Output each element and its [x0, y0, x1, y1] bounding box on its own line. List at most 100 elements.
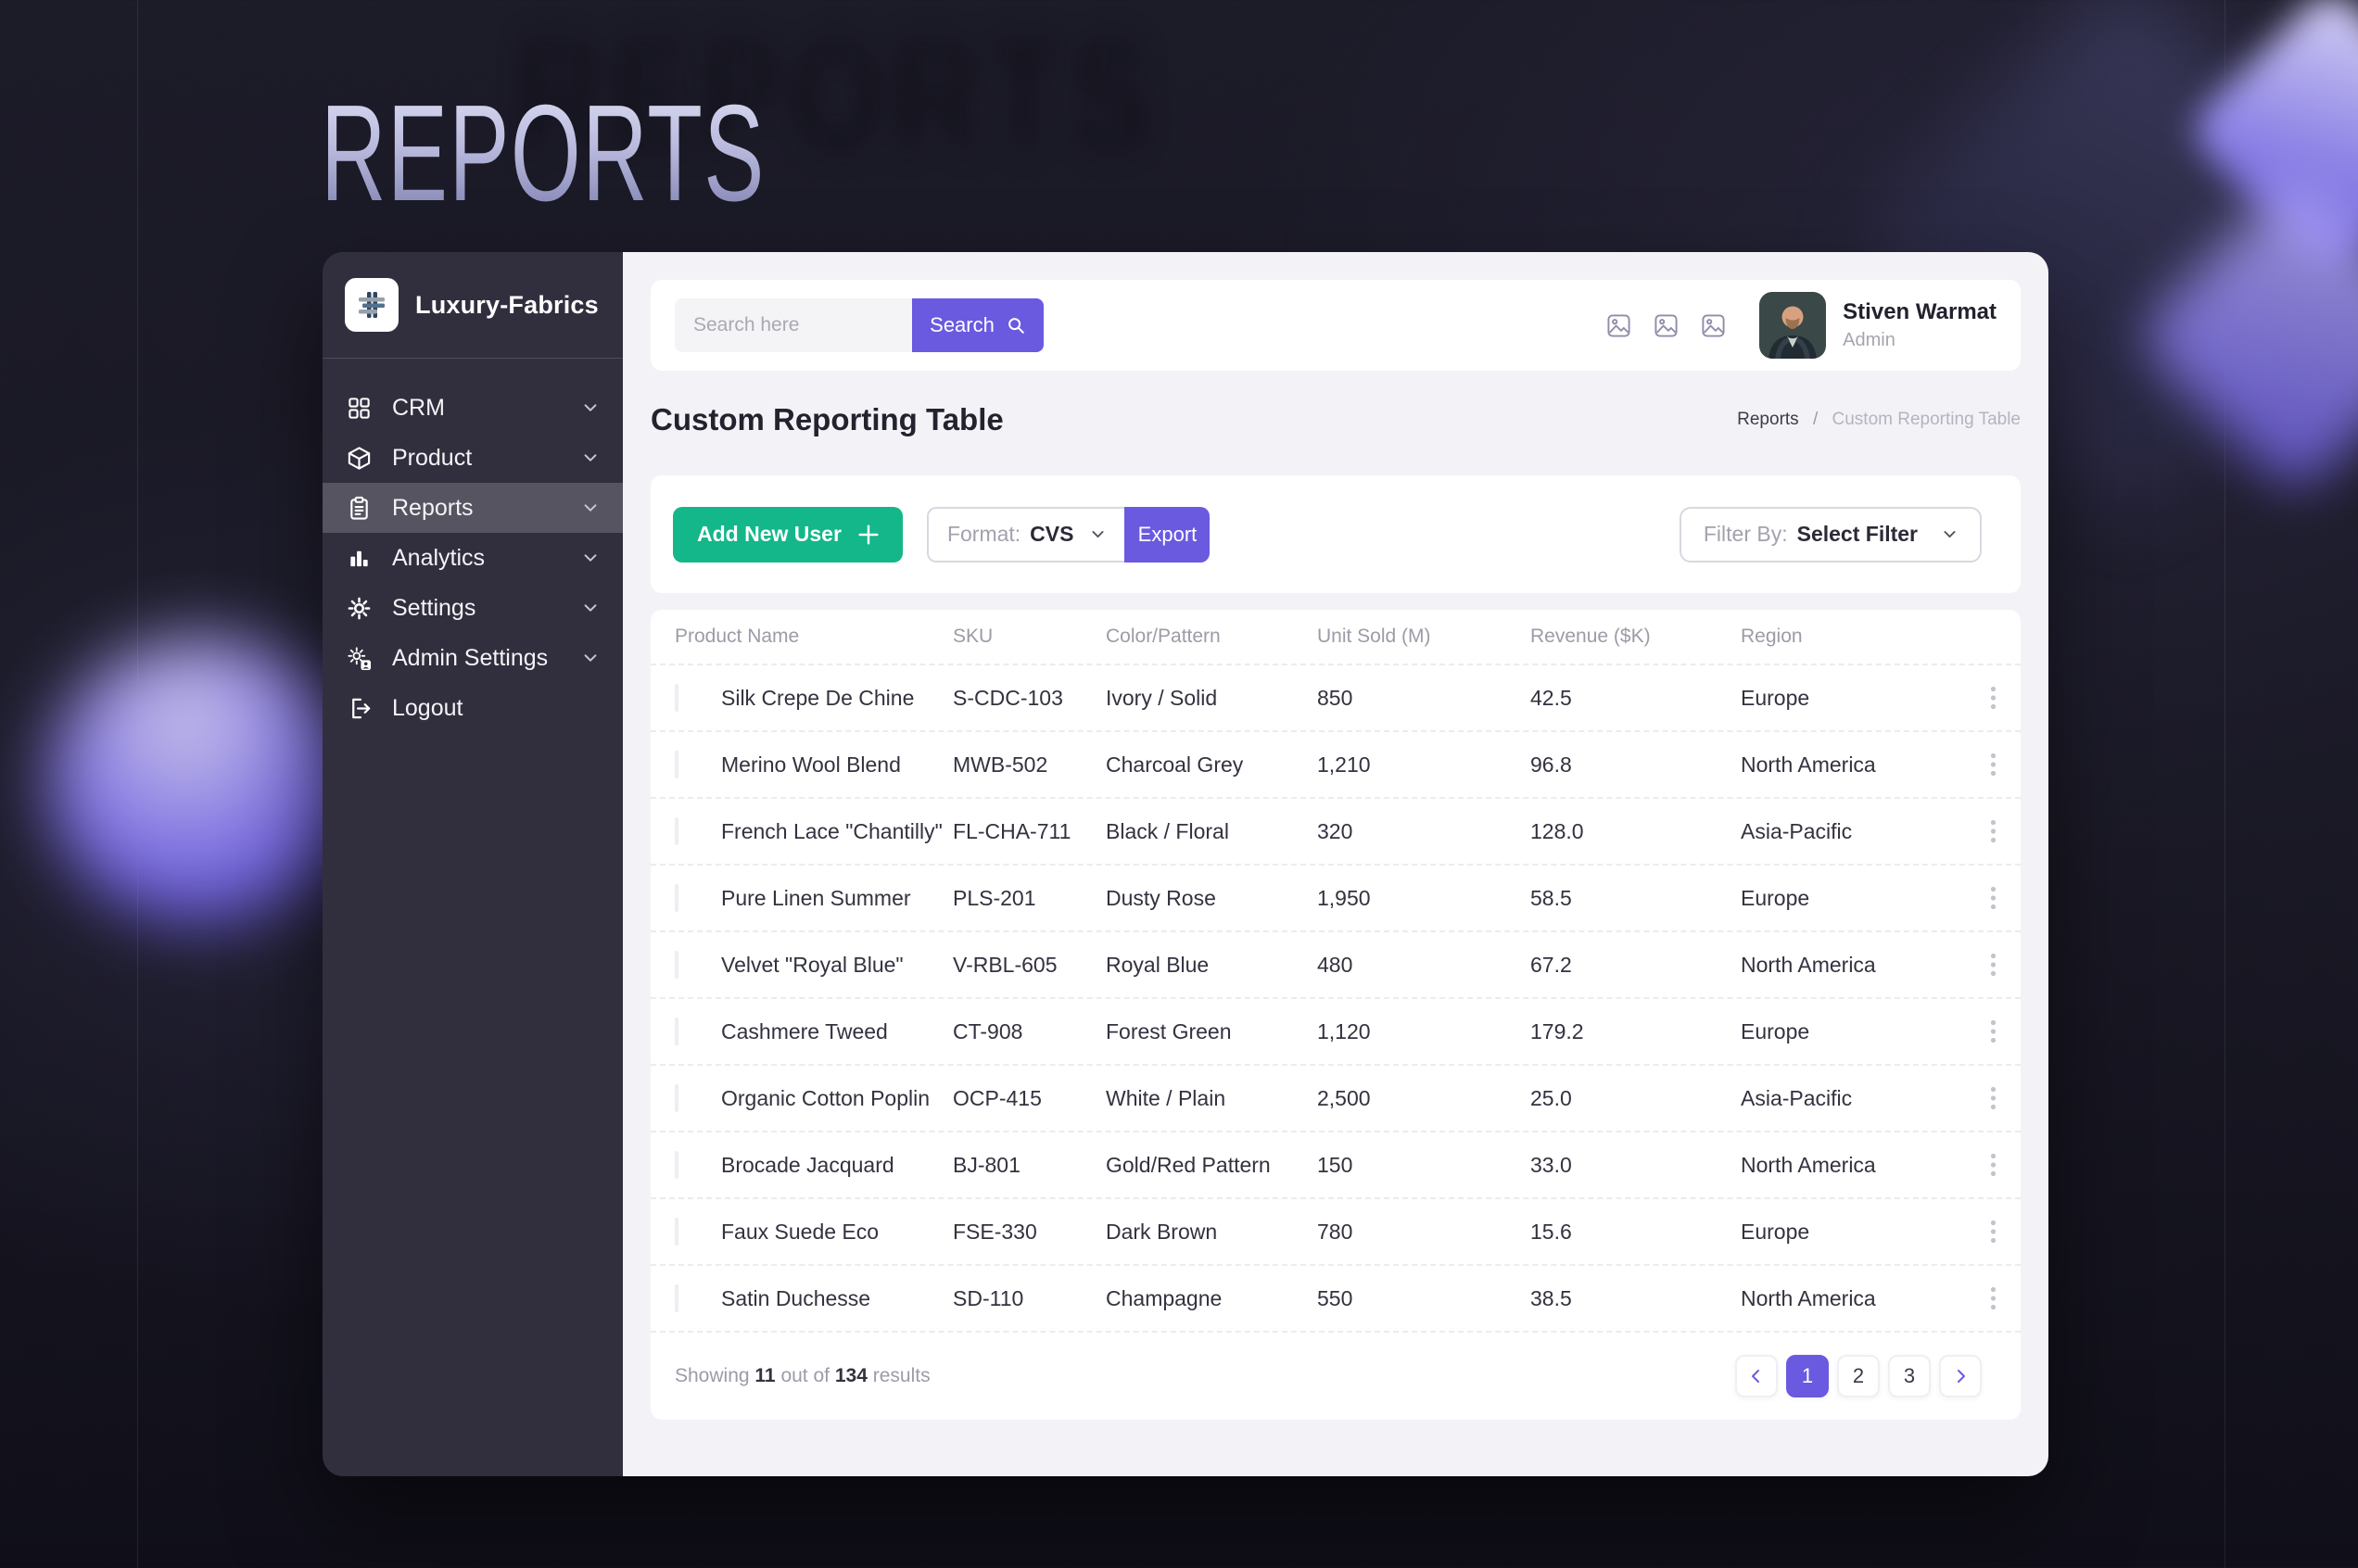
cell-unit-sold: 550 — [1317, 1285, 1353, 1310]
user-meta: Stiven Warmat Admin — [1843, 299, 1997, 351]
cell-color-pattern: Dusty Rose — [1106, 885, 1216, 910]
row-menu-icon[interactable] — [1990, 1220, 1997, 1244]
cell-revenue: 58.5 — [1530, 885, 1572, 910]
cell-color-pattern: Champagne — [1106, 1285, 1223, 1310]
cell-region: Asia-Pacific — [1741, 818, 1853, 843]
filter-label: Filter By: — [1703, 522, 1788, 546]
sidebar-item-admin-settings[interactable]: Admin Settings — [323, 633, 623, 683]
sidebar-item-reports[interactable]: Reports — [323, 483, 623, 533]
row-checkbox[interactable] — [675, 1150, 678, 1179]
cell-product-name: French Lace "Chantilly" — [721, 818, 943, 843]
sidebar-item-crm[interactable]: CRM — [323, 383, 623, 433]
page-button-1[interactable]: 1 — [1786, 1355, 1829, 1397]
chevron-down-icon — [1090, 526, 1106, 542]
page-buttons: 1 2 3 — [1735, 1355, 1982, 1397]
cell-product-name: Velvet "Royal Blue" — [721, 952, 904, 977]
logout-icon — [347, 696, 372, 721]
cell-region: North America — [1741, 1152, 1876, 1177]
format-label: Format: — [946, 522, 1021, 546]
table-row: Pure Linen Summer PLS-201 Dusty Rose 1,9… — [651, 864, 2021, 930]
brand-logo-icon — [345, 278, 399, 332]
column-header-color-pattern: Color/Pattern — [1106, 626, 1221, 647]
column-header-region: Region — [1741, 626, 1803, 647]
cell-sku: FSE-330 — [953, 1219, 1037, 1244]
row-checkbox[interactable] — [675, 683, 678, 712]
row-menu-icon[interactable] — [1990, 1086, 1997, 1110]
breadcrumb-root[interactable]: Reports — [1737, 410, 1799, 429]
main-content: Search here Search Stiven Warmat Admin C… — [623, 252, 2048, 1476]
image-placeholder-icon[interactable] — [1654, 313, 1679, 338]
bar-chart-icon — [347, 546, 372, 571]
next-page-button[interactable] — [1939, 1355, 1982, 1397]
export-button[interactable]: Export — [1124, 506, 1211, 563]
box-icon — [347, 446, 372, 471]
row-menu-icon[interactable] — [1990, 819, 1997, 843]
row-menu-icon[interactable] — [1990, 686, 1997, 710]
row-checkbox[interactable] — [675, 1017, 678, 1045]
format-select[interactable]: Format: CVS — [926, 506, 1125, 563]
table-header-row: Product Name SKU Color/Pattern Unit Sold… — [651, 610, 2021, 664]
table-row: French Lace "Chantilly" FL-CHA-711 Black… — [651, 797, 2021, 864]
sidebar-item-logout[interactable]: Logout — [323, 683, 623, 733]
sidebar-item-analytics[interactable]: Analytics — [323, 533, 623, 583]
table-row: Brocade Jacquard BJ-801 Gold/Red Pattern… — [651, 1131, 2021, 1197]
row-menu-icon[interactable] — [1990, 953, 1997, 977]
cell-revenue: 67.2 — [1530, 952, 1572, 977]
section-title: Custom Reporting Table — [651, 402, 1004, 436]
page-button-3[interactable]: 3 — [1888, 1355, 1931, 1397]
row-checkbox[interactable] — [675, 750, 678, 778]
sidebar: Luxury-Fabrics CRM Product Reports Analy… — [323, 252, 623, 1476]
cell-product-name: Organic Cotton Poplin — [721, 1085, 931, 1110]
row-menu-icon[interactable] — [1990, 1286, 1997, 1310]
cell-unit-sold: 320 — [1317, 818, 1353, 843]
cell-sku: V-RBL-605 — [953, 952, 1058, 977]
chevron-down-icon — [1942, 526, 1958, 542]
row-checkbox[interactable] — [675, 883, 678, 912]
row-checkbox[interactable] — [675, 1083, 678, 1112]
table-row: Velvet "Royal Blue" V-RBL-605 Royal Blue… — [651, 930, 2021, 997]
table-row: Merino Wool Blend MWB-502 Charcoal Grey … — [651, 730, 2021, 797]
user-role: Admin — [1843, 330, 1895, 350]
sidebar-menu: CRM Product Reports Analytics Settings A… — [323, 383, 623, 733]
sidebar-item-label: Admin Settings — [392, 644, 549, 671]
cell-unit-sold: 850 — [1317, 685, 1353, 710]
sidebar-item-product[interactable]: Product — [323, 433, 623, 483]
cell-region: Europe — [1741, 1018, 1810, 1043]
row-checkbox[interactable] — [675, 950, 678, 979]
row-menu-icon[interactable] — [1990, 1153, 1997, 1177]
breadcrumb-separator: / — [1812, 410, 1819, 429]
filter-select[interactable]: Filter By: Select Filter — [1679, 506, 1982, 563]
chevron-down-icon — [582, 650, 599, 666]
image-placeholder-icon[interactable] — [1606, 313, 1631, 338]
row-checkbox[interactable] — [675, 1217, 678, 1246]
search-button[interactable]: Search — [912, 298, 1044, 352]
cell-unit-sold: 1,210 — [1317, 752, 1371, 777]
search-input[interactable] — [675, 298, 912, 352]
cell-revenue: 25.0 — [1530, 1085, 1572, 1110]
sidebar-item-label: Reports — [392, 494, 474, 521]
add-new-user-button[interactable]: Add New User — [673, 506, 903, 563]
gear-user-icon — [347, 646, 372, 671]
cell-unit-sold: 2,500 — [1317, 1085, 1371, 1110]
cell-region: Europe — [1741, 885, 1810, 910]
cell-sku: S-CDC-103 — [953, 685, 1063, 710]
cell-sku: FL-CHA-711 — [953, 818, 1071, 843]
row-checkbox[interactable] — [675, 816, 678, 845]
prev-page-button[interactable] — [1735, 1355, 1778, 1397]
cell-revenue: 179.2 — [1530, 1018, 1584, 1043]
row-menu-icon[interactable] — [1990, 886, 1997, 910]
image-placeholder-icon[interactable] — [1701, 313, 1726, 338]
topbar: Search here Search Stiven Warmat Admin — [651, 280, 2021, 371]
page-button-2[interactable]: 2 — [1837, 1355, 1880, 1397]
cell-unit-sold: 780 — [1317, 1219, 1353, 1244]
row-checkbox[interactable] — [675, 1283, 678, 1312]
table-row: Silk Crepe De Chine S-CDC-103 Ivory / So… — [651, 664, 2021, 730]
row-menu-icon[interactable] — [1990, 1019, 1997, 1043]
row-menu-icon[interactable] — [1990, 752, 1997, 777]
avatar[interactable] — [1759, 292, 1827, 359]
format-export-group: Format: CVS Export — [926, 506, 1211, 563]
decor-glow-orb — [48, 638, 354, 925]
sidebar-item-settings[interactable]: Settings — [323, 583, 623, 633]
chevron-down-icon — [582, 449, 599, 466]
topbar-right: Stiven Warmat Admin — [1584, 292, 1997, 359]
